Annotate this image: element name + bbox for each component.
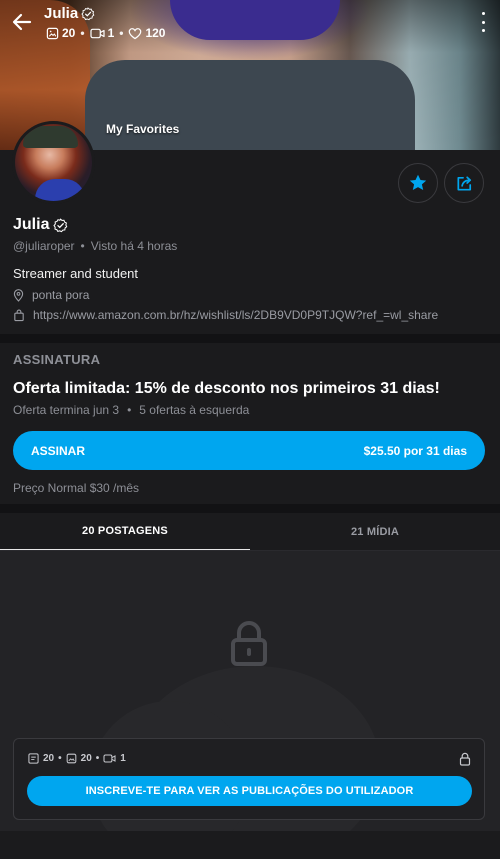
header-photos-stat: 20 bbox=[46, 26, 75, 40]
top-bar: Julia 20 • 1 • 120 bbox=[0, 0, 500, 46]
share-icon bbox=[456, 175, 471, 191]
more-options-button[interactable] bbox=[480, 12, 486, 32]
content-tabs: 20 POSTAGENS 21 MÍDIA bbox=[0, 513, 500, 551]
header-stats: 20 • 1 • 120 bbox=[46, 26, 165, 40]
lock-icon bbox=[231, 621, 267, 666]
verified-icon bbox=[53, 217, 68, 232]
locked-posts-count: 20 bbox=[43, 753, 55, 764]
offer-headline: Oferta limitada: 15% de desconto nos pri… bbox=[13, 380, 440, 397]
subscribe-to-view-button[interactable]: INSCREVE-TE PARA VER AS PUBLICAÇÕES DO U… bbox=[27, 776, 472, 806]
last-seen: Visto há 4 horas bbox=[90, 239, 178, 253]
back-button[interactable] bbox=[10, 10, 34, 34]
header-videos-stat: 1 bbox=[89, 26, 115, 40]
locked-card-stats: 20 • 20 • 1 bbox=[28, 753, 126, 764]
subscribe-button-label: ASSINAR bbox=[31, 443, 86, 458]
heart-icon bbox=[129, 27, 142, 39]
post-icon bbox=[28, 753, 39, 764]
header-name: Julia bbox=[44, 5, 79, 22]
section-divider bbox=[0, 334, 500, 343]
offers-left: 5 ofertas à esquerda bbox=[139, 403, 250, 417]
cover-jeans bbox=[85, 60, 415, 150]
header-photos-count: 20 bbox=[62, 26, 76, 40]
location-text: ponta pora bbox=[32, 288, 90, 302]
offer-separator: • bbox=[127, 403, 132, 417]
locked-posts-card: 20 • 20 • 1 INSCREVE-TE PARA VER AS PUBL… bbox=[13, 738, 485, 820]
verified-icon bbox=[81, 6, 95, 20]
locked-photos-count: 20 bbox=[80, 753, 92, 764]
subscription-title: ASSINATURA bbox=[13, 352, 101, 367]
image-icon bbox=[46, 27, 59, 39]
shopping-bag-icon bbox=[14, 309, 24, 321]
bottom-area bbox=[0, 831, 500, 859]
profile-name: Julia bbox=[13, 216, 50, 233]
header-name-row: Julia bbox=[44, 5, 95, 22]
stat-separator: • bbox=[119, 26, 124, 40]
tab-media[interactable]: 21 MÍDIA bbox=[250, 513, 500, 551]
video-icon bbox=[103, 754, 116, 763]
location: ponta pora bbox=[13, 288, 89, 302]
star-icon bbox=[409, 174, 427, 190]
video-icon bbox=[89, 28, 105, 38]
meta-separator: • bbox=[80, 239, 85, 253]
subscribe-button-price: $25.50 por 31 dias bbox=[363, 443, 467, 458]
location-pin-icon bbox=[13, 288, 24, 302]
profile-name-row: Julia bbox=[13, 216, 68, 234]
tab-posts[interactable]: 20 POSTAGENS bbox=[0, 513, 250, 551]
offer-ends: Oferta termina jun 3 bbox=[13, 403, 120, 417]
normal-price: Preço Normal $30 /mês bbox=[13, 481, 140, 495]
image-icon bbox=[66, 753, 76, 764]
favorite-button[interactable] bbox=[398, 163, 438, 203]
profile-meta: @juliaroper • Visto há 4 horas bbox=[13, 239, 177, 253]
lock-icon bbox=[459, 752, 471, 766]
back-arrow-icon bbox=[12, 13, 32, 31]
bio: Streamer and student bbox=[13, 266, 139, 281]
website: https://www.amazon.com.br/hz/wishlist/ls… bbox=[13, 308, 438, 322]
share-button[interactable] bbox=[444, 163, 484, 203]
stat-separator: • bbox=[80, 26, 85, 40]
header-likes-stat: 120 bbox=[128, 26, 165, 40]
stat-separator: • bbox=[58, 753, 62, 764]
header-likes-count: 120 bbox=[145, 26, 166, 40]
website-link[interactable]: https://www.amazon.com.br/hz/wishlist/ls… bbox=[33, 308, 438, 322]
section-divider bbox=[0, 504, 500, 513]
locked-videos-count: 1 bbox=[120, 753, 126, 764]
subscribe-button[interactable]: ASSINAR $25.50 por 31 dias bbox=[13, 431, 485, 470]
username: @juliaroper bbox=[13, 239, 75, 253]
more-vertical-icon bbox=[481, 12, 485, 15]
header-videos-count: 1 bbox=[107, 26, 115, 40]
offer-meta: Oferta termina jun 3 • 5 ofertas à esque… bbox=[13, 403, 249, 417]
cover-label: My Favorites bbox=[106, 122, 180, 136]
avatar[interactable] bbox=[12, 121, 95, 204]
stat-separator: • bbox=[95, 753, 100, 764]
